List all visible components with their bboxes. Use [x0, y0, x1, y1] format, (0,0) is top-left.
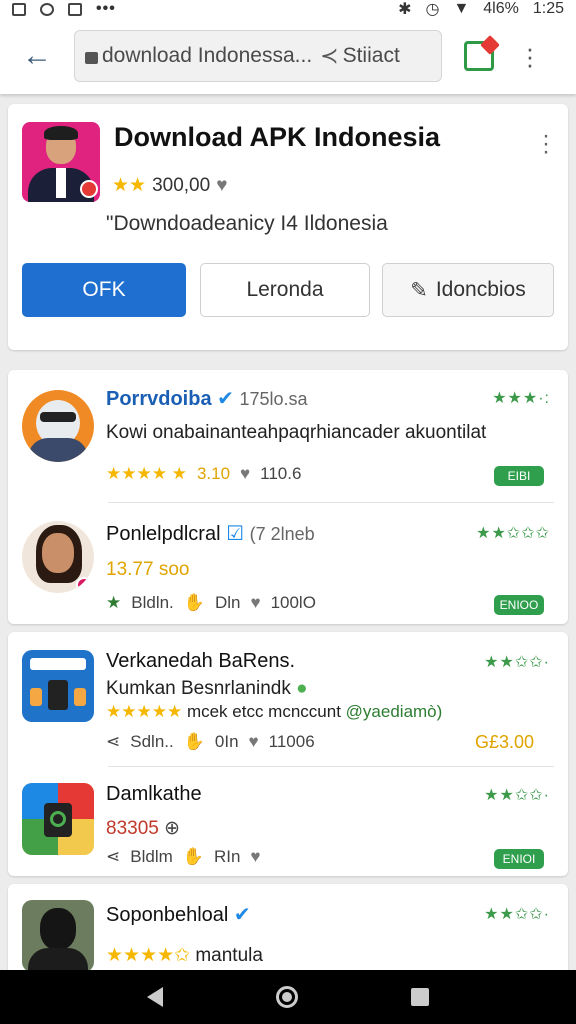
- item-title: Ponlelpdlcral ☑ (7 2lneb: [106, 523, 315, 545]
- camera-app-icon: [22, 783, 94, 855]
- verified-icon: ✔: [217, 388, 234, 410]
- avatar-shirt: [56, 168, 66, 198]
- list-item[interactable]: Ponlelpdlcral ☑ (7 2lneb ★★✩✩✩ 13.77 soo…: [8, 503, 568, 624]
- wifi-icon: ▼: [453, 0, 470, 17]
- heart-icon: ♥: [250, 847, 261, 866]
- item-title: Porrvdoiba ✔ 175lo.sa: [106, 388, 308, 410]
- share-icon: ⋖: [106, 732, 121, 751]
- lock-icon: [85, 52, 98, 64]
- sync-icon: [40, 2, 54, 16]
- app-list-card-1: Porrvdoiba ✔ 175lo.sa ★★★·: Kowi onabain…: [8, 370, 568, 624]
- bluetooth-icon: ✱: [398, 1, 412, 18]
- item-rating-stars: ★★★·:: [492, 390, 550, 407]
- item-stats: ★★★★ ★ 3.10 ♥ 110.6: [106, 464, 302, 483]
- primary-button[interactable]: OFK: [22, 263, 186, 317]
- app-list-card-2: Verkanedah BaRens. ★★✩✩· Kumkan Besnrlan…: [8, 632, 568, 876]
- thumb-icon: ✋: [183, 732, 205, 751]
- app-list-card-3: Soponbehloal ✔ ★★✩✩· ★★★★✩ mantula: [8, 884, 568, 972]
- item-price-line: 13.77 soo: [106, 559, 190, 580]
- battery-text: 4l6%: [483, 0, 519, 17]
- app-header-card: Download APK Indonesia · · · ★★ 300,00 ♥ "…: [8, 104, 568, 350]
- status-bar: ••• ✱ ◷ ▼ 4l6% 1:25: [0, 0, 576, 18]
- game-app-icon: [22, 650, 94, 722]
- masked-avatar-icon: [22, 900, 94, 972]
- woman-avatar-icon: [22, 521, 94, 593]
- search-icon: ⊕: [164, 818, 181, 839]
- tertiary-button-label: Idoncbios: [435, 278, 526, 301]
- heart-icon[interactable]: ♥: [216, 175, 227, 197]
- thumb-icon: ✋: [183, 593, 205, 612]
- stop-label[interactable]: Stiiact: [343, 44, 400, 68]
- heart-icon: ♥: [248, 732, 259, 751]
- edit-icon[interactable]: [464, 41, 494, 71]
- item-rating-stars: ★★✩✩·: [484, 654, 550, 671]
- item-rating-stars: ★★✩✩·: [484, 787, 550, 804]
- tertiary-button[interactable]: ✎ Idoncbios: [382, 263, 554, 317]
- list-item[interactable]: Verkanedah BaRens. ★★✩✩· Kumkan Besnrlan…: [8, 632, 568, 766]
- ninja-avatar-icon: [22, 390, 94, 462]
- nav-home-icon[interactable]: [275, 986, 298, 1008]
- star-icon: ★: [106, 593, 122, 612]
- verified-icon: ✔: [233, 904, 251, 926]
- arrow-left-icon: ←: [22, 39, 52, 72]
- nav-back-icon[interactable]: [146, 987, 163, 1007]
- item-stats: ⋖ Sdln.. ✋ 0In ♥ 11006: [106, 732, 315, 751]
- thumb-icon: ✋: [182, 847, 204, 866]
- app-title: Download APK Indonesia: [114, 122, 441, 152]
- list-item[interactable]: Soponbehloal ✔ ★★✩✩· ★★★★✩ mantula: [8, 884, 568, 972]
- item-stats: ★ Bldln. ✋ Dln ♥ 100lO: [106, 593, 316, 612]
- card-menu-icon[interactable]: · · ·: [542, 124, 550, 164]
- item-price: G£3.00: [474, 732, 534, 752]
- status-pill: ENIOI: [494, 849, 544, 869]
- browser-toolbar: ← download Indonessa... ≺ Stiiact · · ·: [0, 18, 576, 94]
- pencil-icon: ✎: [410, 278, 428, 302]
- share-icon: ⋖: [106, 847, 121, 866]
- clock: 1:25: [532, 0, 564, 17]
- notification-icon: [12, 2, 26, 16]
- badge-icon: [80, 180, 98, 198]
- item-subtitle: ★★★★✩ mantula: [106, 945, 263, 966]
- status-pill: EIBI: [494, 466, 544, 486]
- list-item[interactable]: Porrvdoiba ✔ 175lo.sa ★★★·: Kowi onabain…: [8, 370, 568, 502]
- star-icon: ★★: [112, 175, 147, 196]
- star-icon: ★★★★ ★: [106, 464, 187, 483]
- item-description: Kowi onabainanteahpaqrhiancader akuontil…: [106, 422, 487, 443]
- list-item[interactable]: Damlkathe ★★✩✩· 83305 ⊕ ⋖ Bldlm ✋ RIn ♥ EN…: [8, 767, 568, 876]
- rating-text: 300,00: [152, 174, 211, 196]
- overflow-menu-icon[interactable]: · · ·: [518, 35, 542, 77]
- item-title: Soponbehloal ✔: [106, 904, 251, 926]
- item-code: 83305 ⊕: [106, 818, 181, 839]
- heart-icon: ♥: [250, 593, 261, 612]
- emoji-icon: ●: [296, 678, 308, 699]
- item-title: Verkanedah BaRens.: [106, 650, 296, 672]
- item-tagline: ★★★★★ mcek etcc mcnccunt @yaediamò): [106, 702, 443, 721]
- avatar-hair: [44, 126, 78, 140]
- share-icon[interactable]: ≺: [320, 43, 338, 69]
- app-description: "Downdoadeanicy I4 Ildonesia: [106, 212, 388, 235]
- alarm-icon: ◷: [425, 1, 440, 18]
- address-bar[interactable]: download Indonessa... ≺ Stiiact: [74, 30, 442, 82]
- app-icon[interactable]: [22, 122, 100, 202]
- secondary-button[interactable]: Leronda: [200, 263, 370, 317]
- back-button[interactable]: ←: [0, 18, 74, 94]
- item-subtitle: Kumkan Besnrlanindk ●: [106, 678, 308, 699]
- more-notifications-icon: •••: [96, 0, 116, 17]
- status-pill: ENIOO: [494, 595, 544, 615]
- verified-icon: ☑: [226, 523, 245, 545]
- nav-recents-icon[interactable]: [411, 988, 430, 1006]
- heart-icon: ♥: [240, 464, 251, 483]
- image-icon: [68, 2, 82, 16]
- item-title: Damlkathe: [106, 783, 202, 805]
- item-stats: ⋖ Bldlm ✋ RIn ♥: [106, 847, 261, 866]
- url-text: download Indonessa...: [102, 44, 313, 67]
- app-rating: ★★ 300,00 ♥: [112, 174, 227, 197]
- item-rating-stars: ★★✩✩✩: [476, 525, 550, 542]
- item-rating-stars: ★★✩✩·: [484, 906, 550, 923]
- star-icon: ★★★★✩: [106, 945, 191, 966]
- system-nav-bar: [0, 970, 576, 1024]
- star-icon: ★★★★★: [106, 702, 183, 721]
